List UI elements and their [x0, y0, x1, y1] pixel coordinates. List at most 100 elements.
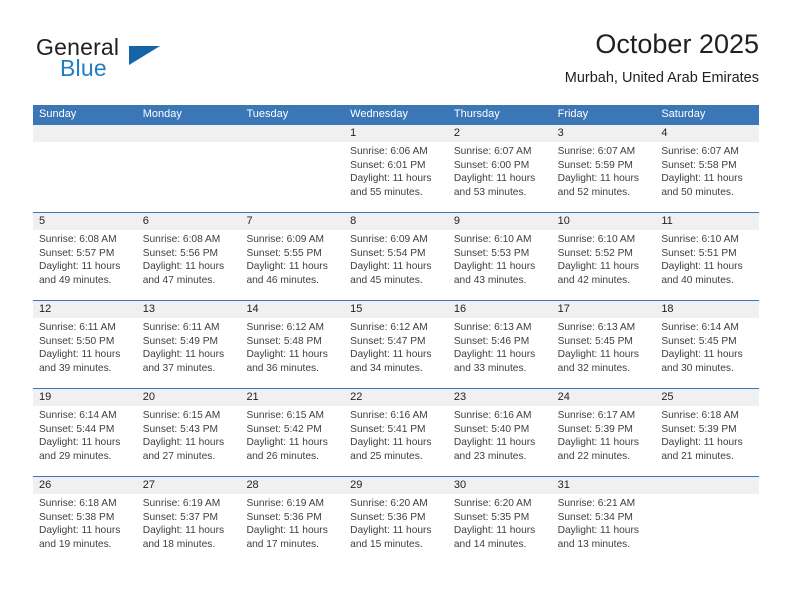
- day-number[interactable]: 6: [137, 213, 241, 230]
- day-number[interactable]: 9: [448, 213, 552, 230]
- sunrise-line: Sunrise: 6:16 AM: [453, 410, 532, 421]
- day-cell[interactable]: [240, 142, 344, 212]
- day-cell[interactable]: Sunrise: 6:11 AM Sunset: 5:50 PM Dayligh…: [33, 318, 137, 388]
- day-cell[interactable]: Sunrise: 6:14 AM Sunset: 5:44 PM Dayligh…: [33, 406, 137, 476]
- day-cell[interactable]: Sunrise: 6:11 AM Sunset: 5:49 PM Dayligh…: [137, 318, 241, 388]
- day-number[interactable]: 3: [552, 125, 656, 142]
- day-number[interactable]: 12: [33, 301, 137, 318]
- day-number[interactable]: 24: [552, 389, 656, 406]
- day-cell[interactable]: Sunrise: 6:21 AM Sunset: 5:34 PM Dayligh…: [552, 494, 656, 564]
- day-cell[interactable]: Sunrise: 6:18 AM Sunset: 5:39 PM Dayligh…: [655, 406, 759, 476]
- day-cell[interactable]: Sunrise: 6:12 AM Sunset: 5:48 PM Dayligh…: [240, 318, 344, 388]
- day-number[interactable]: 22: [344, 389, 448, 406]
- day-cell[interactable]: Sunrise: 6:10 AM Sunset: 5:53 PM Dayligh…: [448, 230, 552, 300]
- day-cell[interactable]: Sunrise: 6:12 AM Sunset: 5:47 PM Dayligh…: [344, 318, 448, 388]
- calendar-week-row: 1 2 3 4 Sunrise: 6:06 AM Sunset: 6:01 PM…: [33, 124, 759, 212]
- day-cell[interactable]: Sunrise: 6:07 AM Sunset: 5:59 PM Dayligh…: [552, 142, 656, 212]
- day-number[interactable]: 8: [344, 213, 448, 230]
- daylight-line-1: Daylight: 11 hours: [557, 261, 639, 273]
- day-cell[interactable]: Sunrise: 6:09 AM Sunset: 5:54 PM Dayligh…: [344, 230, 448, 300]
- daylight-line-2: and 23 minutes.: [453, 450, 527, 462]
- day-cell[interactable]: Sunrise: 6:07 AM Sunset: 5:58 PM Dayligh…: [655, 142, 759, 212]
- sunrise-line: Sunrise: 6:14 AM: [39, 410, 117, 421]
- day-number[interactable]: 11: [655, 213, 759, 230]
- day-number[interactable]: 13: [137, 301, 241, 318]
- day-cell[interactable]: [33, 142, 137, 212]
- title-block: October 2025 Murbah, United Arab Emirate…: [565, 28, 759, 88]
- day-number[interactable]: 31: [552, 477, 656, 494]
- sunrise-line: Sunrise: 6:10 AM: [453, 234, 532, 245]
- sunset-line: Sunset: 5:54 PM: [350, 247, 426, 259]
- day-cell[interactable]: Sunrise: 6:20 AM Sunset: 5:35 PM Dayligh…: [448, 494, 552, 564]
- day-number[interactable]: [240, 125, 344, 142]
- day-number[interactable]: [33, 125, 137, 142]
- daylight-line-2: and 25 minutes.: [350, 450, 423, 462]
- day-cell[interactable]: [655, 494, 759, 564]
- day-number[interactable]: 19: [33, 389, 137, 406]
- day-number[interactable]: 16: [448, 301, 552, 318]
- day-cell[interactable]: Sunrise: 6:06 AM Sunset: 6:01 PM Dayligh…: [344, 142, 448, 212]
- day-cell[interactable]: Sunrise: 6:14 AM Sunset: 5:45 PM Dayligh…: [655, 318, 759, 388]
- daylight-line-1: Daylight: 11 hours: [39, 349, 121, 361]
- day-number[interactable]: 17: [552, 301, 656, 318]
- brand-logo[interactable]: General Blue: [33, 34, 253, 92]
- sunrise-line: Sunrise: 6:07 AM: [661, 146, 739, 157]
- day-cell[interactable]: Sunrise: 6:13 AM Sunset: 5:46 PM Dayligh…: [448, 318, 552, 388]
- day-cell[interactable]: Sunrise: 6:10 AM Sunset: 5:52 PM Dayligh…: [552, 230, 656, 300]
- day-number[interactable]: 30: [448, 477, 552, 494]
- daylight-line-1: Daylight: 11 hours: [246, 261, 328, 273]
- day-cell[interactable]: Sunrise: 6:13 AM Sunset: 5:45 PM Dayligh…: [552, 318, 656, 388]
- day-number[interactable]: 26: [33, 477, 137, 494]
- triangle-icon: [129, 46, 160, 65]
- day-cell[interactable]: Sunrise: 6:08 AM Sunset: 5:57 PM Dayligh…: [33, 230, 137, 300]
- calendar-week-row: 19 20 21 22 23 24 25 Sunrise: 6:14 AM Su…: [33, 388, 759, 476]
- day-cell[interactable]: Sunrise: 6:19 AM Sunset: 5:36 PM Dayligh…: [240, 494, 344, 564]
- day-number[interactable]: 28: [240, 477, 344, 494]
- day-cell[interactable]: Sunrise: 6:18 AM Sunset: 5:38 PM Dayligh…: [33, 494, 137, 564]
- day-number[interactable]: 18: [655, 301, 759, 318]
- day-cell[interactable]: Sunrise: 6:16 AM Sunset: 5:41 PM Dayligh…: [344, 406, 448, 476]
- day-number[interactable]: 14: [240, 301, 344, 318]
- day-cell[interactable]: Sunrise: 6:19 AM Sunset: 5:37 PM Dayligh…: [137, 494, 241, 564]
- sunrise-line: Sunrise: 6:20 AM: [350, 498, 428, 509]
- sunrise-line: Sunrise: 6:12 AM: [246, 322, 325, 333]
- sunset-line: Sunset: 5:55 PM: [246, 247, 322, 259]
- day-number[interactable]: 7: [240, 213, 344, 230]
- daylight-line-2: and 36 minutes.: [246, 362, 319, 374]
- day-cell[interactable]: Sunrise: 6:07 AM Sunset: 6:00 PM Dayligh…: [448, 142, 552, 212]
- day-cell[interactable]: Sunrise: 6:08 AM Sunset: 5:56 PM Dayligh…: [137, 230, 241, 300]
- day-cell[interactable]: Sunrise: 6:16 AM Sunset: 5:40 PM Dayligh…: [448, 406, 552, 476]
- week-detail-band: Sunrise: 6:14 AM Sunset: 5:44 PM Dayligh…: [33, 406, 759, 476]
- day-number[interactable]: 27: [137, 477, 241, 494]
- sunset-line: Sunset: 5:52 PM: [557, 247, 633, 259]
- day-number[interactable]: [137, 125, 241, 142]
- day-number[interactable]: 23: [448, 389, 552, 406]
- logo-text-blue: Blue: [60, 55, 107, 81]
- day-cell[interactable]: Sunrise: 6:15 AM Sunset: 5:43 PM Dayligh…: [137, 406, 241, 476]
- daylight-line-2: and 13 minutes.: [557, 538, 631, 550]
- calendar-week-row: 12 13 14 15 16 17 18 Sunrise: 6:11 AM Su…: [33, 300, 759, 388]
- day-number[interactable]: 2: [448, 125, 552, 142]
- day-number[interactable]: 21: [240, 389, 344, 406]
- day-cell[interactable]: Sunrise: 6:20 AM Sunset: 5:36 PM Dayligh…: [344, 494, 448, 564]
- page-title: October 2025: [595, 29, 759, 59]
- daylight-line-2: and 26 minutes.: [246, 450, 319, 462]
- day-number[interactable]: 10: [552, 213, 656, 230]
- day-cell[interactable]: [137, 142, 241, 212]
- day-cell[interactable]: Sunrise: 6:10 AM Sunset: 5:51 PM Dayligh…: [655, 230, 759, 300]
- daylight-line-1: Daylight: 11 hours: [39, 261, 121, 273]
- day-number[interactable]: 1: [344, 125, 448, 142]
- day-cell[interactable]: Sunrise: 6:09 AM Sunset: 5:55 PM Dayligh…: [240, 230, 344, 300]
- day-cell[interactable]: Sunrise: 6:15 AM Sunset: 5:42 PM Dayligh…: [240, 406, 344, 476]
- day-number[interactable]: [655, 477, 759, 494]
- day-number[interactable]: 29: [344, 477, 448, 494]
- day-number[interactable]: 15: [344, 301, 448, 318]
- sunset-line: Sunset: 5:39 PM: [661, 423, 737, 435]
- day-number[interactable]: 20: [137, 389, 241, 406]
- day-number[interactable]: 25: [655, 389, 759, 406]
- daylight-line-1: Daylight: 11 hours: [246, 349, 328, 361]
- day-number[interactable]: 4: [655, 125, 759, 142]
- day-cell[interactable]: Sunrise: 6:17 AM Sunset: 5:39 PM Dayligh…: [552, 406, 656, 476]
- day-number[interactable]: 5: [33, 213, 137, 230]
- sunrise-line: Sunrise: 6:19 AM: [142, 498, 221, 509]
